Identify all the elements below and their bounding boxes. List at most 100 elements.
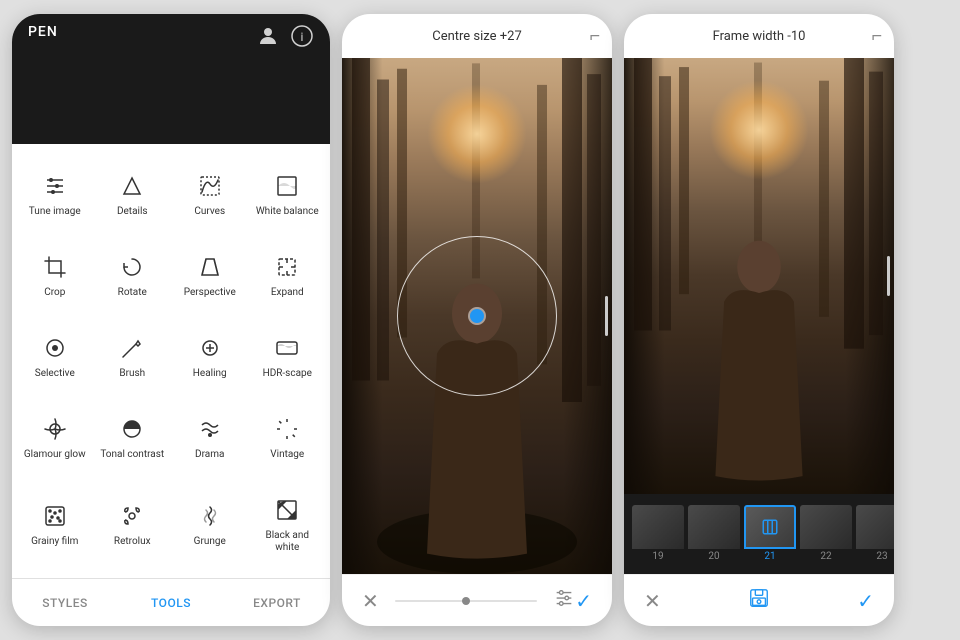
top-bar: PEN i xyxy=(12,14,330,144)
nav-tools[interactable]: TOOLS xyxy=(118,579,224,626)
film-strip: 19 20 21 22 xyxy=(624,494,894,574)
hdr-icon xyxy=(271,332,303,364)
middle-corner-icon: ⌐ xyxy=(589,26,600,47)
film-frame-23[interactable]: 23 xyxy=(856,504,894,564)
circle-overlay[interactable] xyxy=(397,236,557,396)
healing-label: Healing xyxy=(193,368,227,380)
glamour-icon xyxy=(39,413,71,445)
healing-icon xyxy=(194,332,226,364)
brush-icon xyxy=(116,332,148,364)
middle-controls: ✕ ✓ xyxy=(342,574,612,626)
pen-label: PEN xyxy=(28,24,58,40)
tune-label: Tune image xyxy=(29,206,81,218)
tool-curves[interactable]: Curves xyxy=(171,152,249,233)
confirm-button[interactable]: ✓ xyxy=(575,589,592,613)
scroll-indicator xyxy=(605,296,608,336)
curves-label: Curves xyxy=(194,206,225,218)
bw-icon xyxy=(271,494,303,526)
tool-healing[interactable]: Healing xyxy=(171,314,249,395)
perspective-icon xyxy=(194,251,226,283)
details-label: Details xyxy=(117,206,148,218)
right-confirm-button[interactable]: ✓ xyxy=(857,589,874,613)
glamour-label: Glamour glow xyxy=(24,449,86,461)
right-forest-background xyxy=(624,58,894,494)
grunge-icon xyxy=(194,500,226,532)
tool-wb[interactable]: White balance xyxy=(249,152,327,233)
frame-num-23: 23 xyxy=(876,549,887,564)
rotate-label: Rotate xyxy=(118,287,147,299)
retrolux-label: Retrolux xyxy=(114,536,151,548)
circle-dot xyxy=(470,309,484,323)
right-corner-icon: ⌐ xyxy=(871,26,882,47)
tool-grunge[interactable]: Grunge xyxy=(171,477,249,570)
person-icon[interactable] xyxy=(256,24,280,53)
middle-title: Centre size +27 xyxy=(432,29,522,44)
film-frame-21[interactable]: 21 xyxy=(744,504,796,564)
tool-details[interactable]: Details xyxy=(94,152,172,233)
right-image xyxy=(624,58,894,494)
film-frame-20[interactable]: 20 xyxy=(688,504,740,564)
vintage-label: Vintage xyxy=(270,449,304,461)
tool-hdr[interactable]: HDR-scape xyxy=(249,314,327,395)
curves-icon xyxy=(194,170,226,202)
frame-num-20: 20 xyxy=(708,549,719,564)
tool-glamour[interactable]: Glamour glow xyxy=(16,396,94,477)
tool-selective[interactable]: Selective xyxy=(16,314,94,395)
light-burst xyxy=(427,84,527,184)
tool-drama[interactable]: Drama xyxy=(171,396,249,477)
right-title: Frame width -10 xyxy=(713,29,806,44)
phone-left: PEN i xyxy=(12,14,330,626)
middle-header: Centre size +27 ⌐ xyxy=(342,14,612,58)
nav-export[interactable]: EXPORT xyxy=(224,579,330,626)
hdr-label: HDR-scape xyxy=(263,368,312,380)
tonal-icon xyxy=(116,413,148,445)
save-button[interactable] xyxy=(748,587,770,614)
selective-icon xyxy=(39,332,71,364)
film-frame-22[interactable]: 22 xyxy=(800,504,852,564)
tool-bw[interactable]: Black and white xyxy=(249,477,327,570)
info-icon[interactable]: i xyxy=(290,24,314,53)
tool-crop[interactable]: Crop xyxy=(16,233,94,314)
tool-brush[interactable]: Brush xyxy=(94,314,172,395)
right-header: Frame width -10 ⌐ xyxy=(624,14,894,58)
retrolux-icon xyxy=(116,500,148,532)
tool-vintage[interactable]: Vintage xyxy=(249,396,327,477)
drama-icon xyxy=(194,413,226,445)
bottom-nav: STYLES TOOLS EXPORT xyxy=(12,578,330,626)
frame-num-21: 21 xyxy=(764,549,775,564)
crop-label: Crop xyxy=(44,287,65,299)
app-container: PEN i xyxy=(0,0,960,640)
tool-retrolux[interactable]: Retrolux xyxy=(94,477,172,570)
tune-icon xyxy=(39,170,71,202)
tonal-label: Tonal contrast xyxy=(100,449,164,461)
tool-expand[interactable]: Expand xyxy=(249,233,327,314)
drama-label: Drama xyxy=(195,449,224,461)
wb-icon xyxy=(271,170,303,202)
nav-styles[interactable]: STYLES xyxy=(12,579,118,626)
slider-bar[interactable] xyxy=(395,600,537,602)
middle-image[interactable] xyxy=(342,58,612,574)
tool-tonal[interactable]: Tonal contrast xyxy=(94,396,172,477)
expand-label: Expand xyxy=(271,287,304,299)
grainy-label: Grainy film xyxy=(31,536,78,548)
details-icon xyxy=(116,170,148,202)
tool-perspective[interactable]: Perspective xyxy=(171,233,249,314)
brush-label: Brush xyxy=(119,368,145,380)
tool-rotate[interactable]: Rotate xyxy=(94,233,172,314)
tool-grainy[interactable]: Grainy film xyxy=(16,477,94,570)
perspective-label: Perspective xyxy=(184,287,236,299)
grunge-label: Grunge xyxy=(194,536,226,548)
bw-label: Black and white xyxy=(253,530,323,554)
svg-text:i: i xyxy=(301,30,304,44)
frame-num-22: 22 xyxy=(820,549,831,564)
cancel-button[interactable]: ✕ xyxy=(362,589,379,613)
crop-icon xyxy=(39,251,71,283)
film-frame-19[interactable]: 19 xyxy=(632,504,684,564)
right-cancel-button[interactable]: ✕ xyxy=(644,589,661,613)
vintage-icon xyxy=(271,413,303,445)
adjust-icon[interactable] xyxy=(553,587,575,614)
expand-icon xyxy=(271,251,303,283)
wb-label: White balance xyxy=(256,206,319,218)
phone-right: Frame width -10 ⌐ xyxy=(624,14,894,626)
tool-tune[interactable]: Tune image xyxy=(16,152,94,233)
